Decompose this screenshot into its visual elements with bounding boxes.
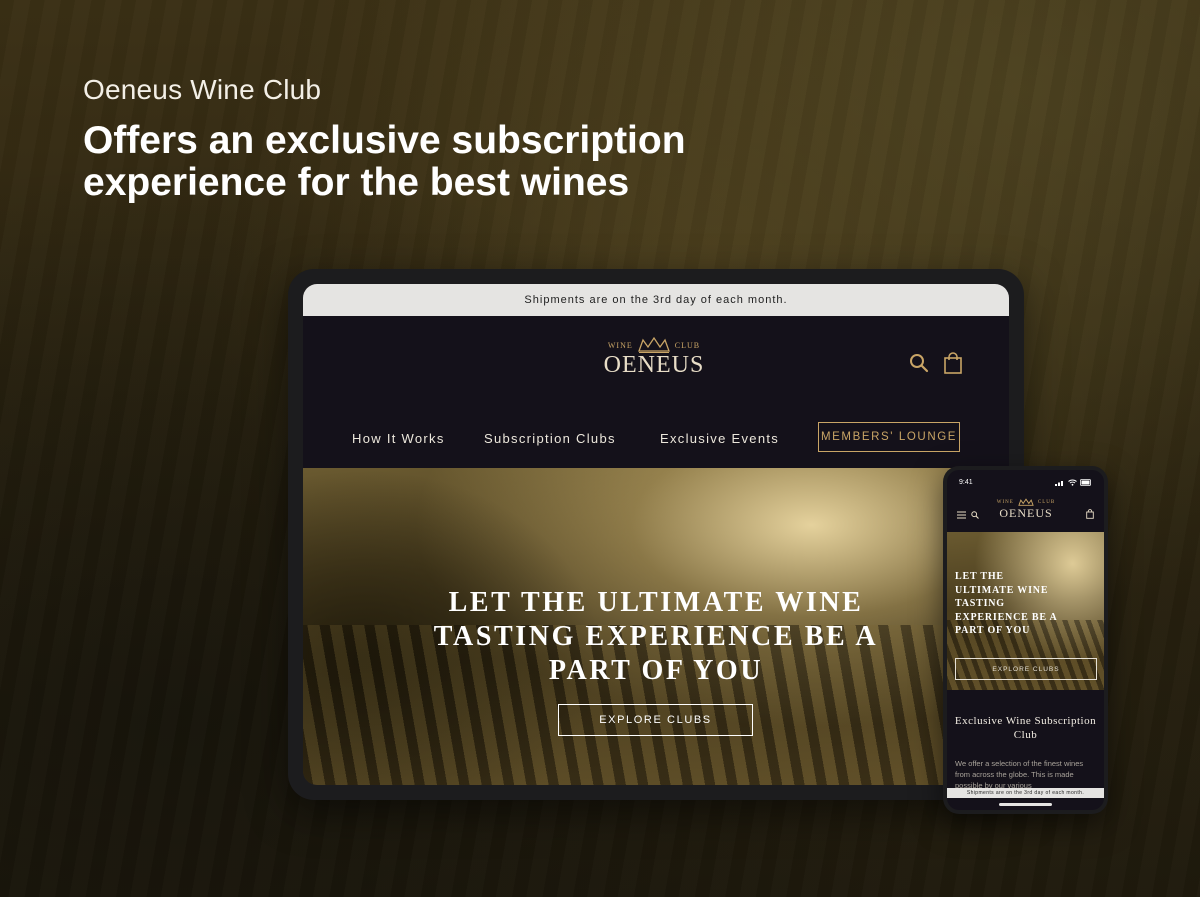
status-bar: 9:41 <box>947 470 1104 494</box>
logo-club-text: CLUB <box>1037 500 1056 505</box>
signal-icon <box>1055 480 1063 486</box>
wifi-icon <box>1068 479 1077 486</box>
explore-clubs-button[interactable]: EXPLORE CLUBS <box>558 704 753 736</box>
home-indicator <box>999 803 1052 806</box>
phone-explore-clubs-button[interactable]: EXPLORE CLUBS <box>955 658 1097 680</box>
phone-header: WINE CLUB OENEUS <box>947 494 1104 532</box>
search-icon[interactable] <box>909 353 929 378</box>
tablet-screen: Shipments are on the 3rd day of each mon… <box>303 284 1009 785</box>
logo-wordmark: OENEUS <box>603 352 705 378</box>
nav-item-exclusive-events[interactable]: Exclusive Events <box>660 431 779 446</box>
phone-hero-banner: LET THE ULTIMATE WINE TASTING EXPERIENCE… <box>947 532 1104 690</box>
phone-body-text: We offer a selection of the finest wines… <box>955 759 1084 790</box>
phone-section-title: Exclusive Wine Subscription Club <box>954 715 1097 741</box>
phone-hero-title: LET THE ULTIMATE WINE TASTING EXPERIENCE… <box>955 571 1058 636</box>
nav-item-subscription-clubs[interactable]: Subscription Clubs <box>484 431 616 446</box>
hero-title: LET THE ULTIMATE WINE TASTING EXPERIENCE… <box>433 587 879 686</box>
battery-icon <box>1080 478 1091 486</box>
brand-label: Oeneus Wine Club <box>83 74 322 105</box>
shopping-bag-icon[interactable] <box>1086 506 1094 524</box>
status-time: 9:41 <box>959 478 973 486</box>
logo-wine-text: WINE <box>607 340 633 350</box>
phone-device: 9:41 WINE CLUB OENEUS LET THE ULTIMATE W… <box>943 466 1108 814</box>
announcement-bar: Shipments are on the 3rd day of each mon… <box>303 284 1009 316</box>
phone-screen: 9:41 WINE CLUB OENEUS LET THE ULTIMATE W… <box>947 470 1104 810</box>
shopping-bag-icon[interactable] <box>943 352 963 379</box>
hamburger-menu-icon[interactable] <box>957 506 966 524</box>
hero-banner: LET THE ULTIMATE WINE TASTING EXPERIENCE… <box>303 468 1009 785</box>
logo-wordmark: OENEUS <box>999 506 1053 520</box>
logo-club-text: CLUB <box>674 340 701 350</box>
tablet-device: Shipments are on the 3rd day of each mon… <box>288 269 1024 800</box>
nav-item-how-it-works[interactable]: How It Works <box>352 431 445 446</box>
logo-wine-text: WINE <box>996 500 1014 505</box>
main-nav: How It Works Subscription Clubs Exclusiv… <box>303 422 1009 456</box>
phone-site-logo[interactable]: WINE CLUB OENEUS <box>995 498 1057 521</box>
site-logo[interactable]: WINE CLUB OENEUS <box>599 336 709 379</box>
page-headline: Offers an exclusive subscription experie… <box>83 119 686 204</box>
phone-announcement-bar: Shipments are on the 3rd day of each mon… <box>947 788 1104 798</box>
members-lounge-button[interactable]: MEMBERS' LOUNGE <box>818 422 960 452</box>
search-icon[interactable] <box>971 506 979 524</box>
site-header: WINE CLUB OENEUS How It Works Subscripti… <box>303 316 1009 468</box>
